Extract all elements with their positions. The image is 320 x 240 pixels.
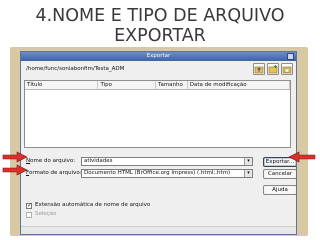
annotation-arrow-filename xyxy=(2,151,28,163)
auto-extension-checkbox[interactable]: ✓ xyxy=(26,201,33,209)
format-select[interactable]: Documento HTML (BrOffice.org Impress) (.… xyxy=(81,169,253,178)
column-header-type[interactable]: Tipo xyxy=(98,81,156,89)
format-label: Formato de arquivo: xyxy=(26,169,82,177)
auto-extension-option[interactable]: ✓ Extensão automática de nome de arquivo xyxy=(26,202,150,209)
folder-up-icon xyxy=(254,66,264,74)
filename-input[interactable]: atividades ▾ xyxy=(81,157,253,166)
annotation-arrow-format xyxy=(2,164,28,176)
dialog-title: Exportar xyxy=(146,53,171,59)
chevron-down-icon[interactable]: ▾ xyxy=(244,170,252,177)
check-icon: ✓ xyxy=(27,201,33,209)
new-folder-icon xyxy=(268,65,278,74)
help-button[interactable]: Ajuda xyxy=(263,185,296,195)
selection-label: Seleção xyxy=(35,211,57,217)
slide-title-line2: EXPORTAR xyxy=(114,26,206,46)
selection-option: Seleção xyxy=(26,211,57,218)
file-list-header: Título Tipo Tamanho Data de modificação xyxy=(25,81,290,90)
close-icon[interactable] xyxy=(287,53,294,60)
default-directory-button[interactable] xyxy=(281,63,293,75)
chevron-down-icon[interactable]: ▾ xyxy=(244,158,252,165)
column-header-date[interactable]: Data de modificação xyxy=(188,81,290,89)
column-header-size[interactable]: Tamanho xyxy=(156,81,188,89)
dialog-side-strip xyxy=(292,80,296,148)
cancel-button[interactable]: Cancelar xyxy=(263,169,296,179)
format-value: Documento HTML (BrOffice.org Impress) (.… xyxy=(84,170,231,176)
slide-title: 4.NOME E TIPO DE ARQUIVO EXPORTAR xyxy=(0,6,320,46)
folder-up-button[interactable] xyxy=(253,63,265,75)
auto-extension-label: Extensão automática de nome de arquivo xyxy=(35,202,151,208)
current-path: /home/func/soniabonfim/Testa_ADM xyxy=(26,66,125,72)
filename-label: Nome do arquivo: xyxy=(26,157,75,165)
slide-title-line1: 4.NOME E TIPO DE ARQUIVO xyxy=(35,6,285,26)
new-folder-button[interactable] xyxy=(267,63,279,75)
default-directory-icon xyxy=(282,66,292,74)
selection-checkbox xyxy=(26,211,32,218)
export-dialog: Exportar /home/func/soniabonfim/Testa_AD… xyxy=(20,51,297,235)
filename-label-text: ome do arquivo: xyxy=(30,158,76,164)
annotation-arrow-export xyxy=(288,151,316,163)
filename-value: atividades xyxy=(84,158,113,164)
file-list[interactable]: Título Tipo Tamanho Data de modificação xyxy=(24,80,291,148)
dialog-bottom-strip xyxy=(21,226,296,234)
dialog-titlebar: Exportar xyxy=(21,52,296,61)
column-header-title[interactable]: Título xyxy=(25,81,99,89)
format-label-text: ormato de arquivo: xyxy=(28,170,82,176)
